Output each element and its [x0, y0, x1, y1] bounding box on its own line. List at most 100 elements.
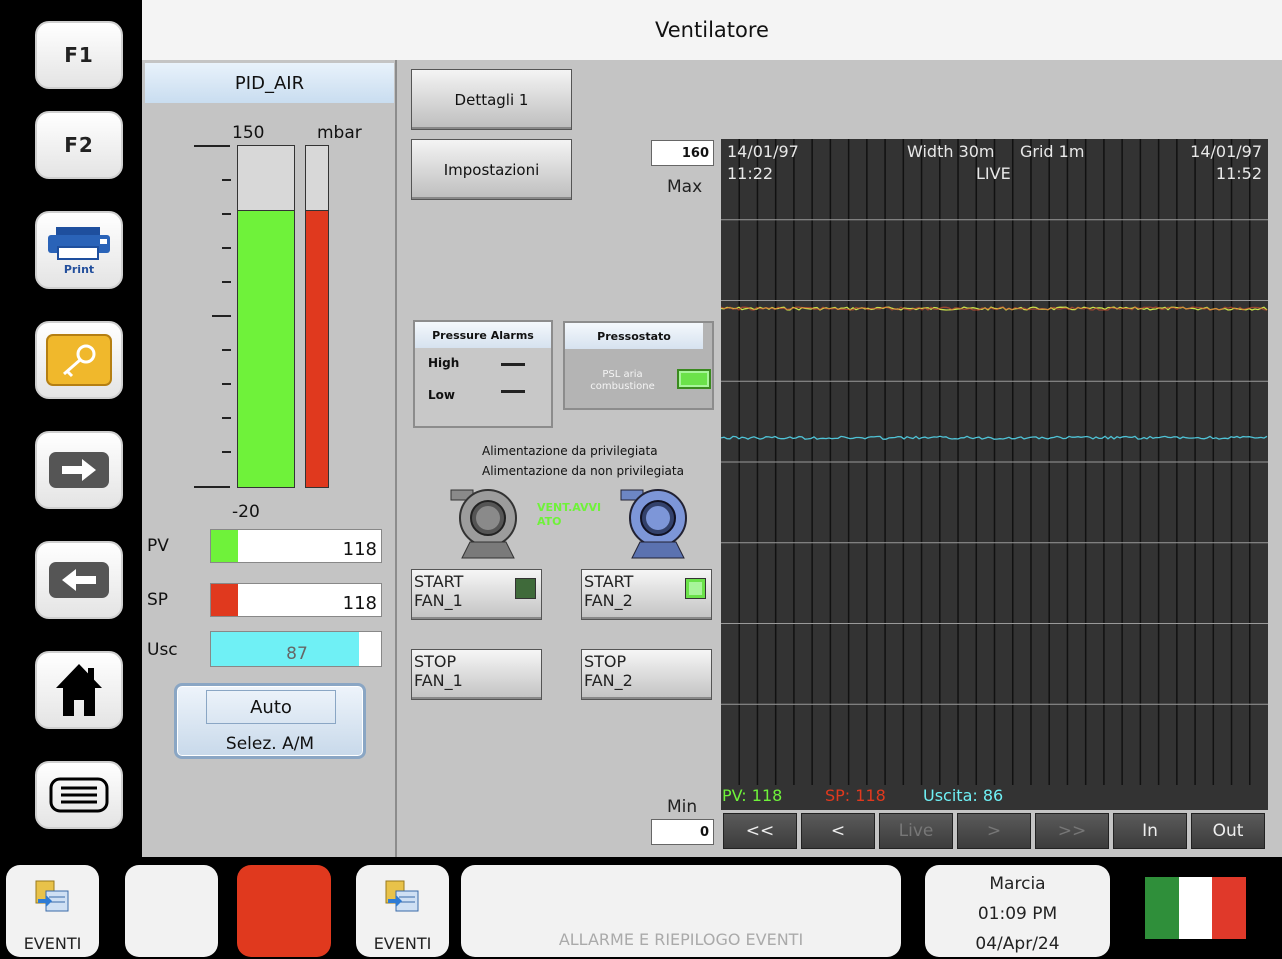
sp-value: 118: [342, 593, 377, 614]
sp-value-box[interactable]: 118: [210, 583, 382, 617]
events-label-1: EVENTI: [23, 934, 82, 953]
stop-fan-1-button[interactable]: STOP FAN_1: [411, 649, 542, 700]
f1-button[interactable]: F1: [35, 21, 123, 89]
chart-prev-button[interactable]: <: [801, 813, 875, 849]
chart-min-value[interactable]: 0: [651, 819, 714, 845]
high-alarm-label: High: [428, 356, 460, 370]
fan-status-line1: VENT.AVVI: [537, 501, 602, 514]
chart-zoom-out-button[interactable]: Out: [1191, 813, 1265, 849]
mode-button-label: Selez. A/M: [225, 734, 315, 754]
menu-list-icon: [49, 777, 109, 813]
machine-status: Marcia: [989, 874, 1046, 894]
pid-panel: PID_AIR 150 mbar -20 PV 118 SP 118 Usc 8…: [142, 60, 397, 857]
start-fan-1-line2: FAN_1: [414, 591, 463, 610]
stop-fan-2-line2: FAN_2: [584, 671, 633, 690]
stop-fan-2-line1: STOP: [584, 652, 627, 671]
scale-tick: [222, 247, 231, 249]
chart-start-date: 14/01/97: [727, 142, 799, 161]
home-button[interactable]: [35, 651, 123, 729]
chart-zoom-in-button[interactable]: In: [1113, 813, 1187, 849]
high-alarm-indicator: [501, 363, 525, 366]
mode-value: Auto: [206, 690, 336, 724]
impostazioni-button[interactable]: Impostazioni: [411, 139, 572, 200]
fan-1-icon: [450, 489, 517, 559]
start-fan-2-line1: START: [584, 572, 634, 591]
legend-pv: PV: 118: [722, 786, 783, 805]
hmi-screen: F1 F2 Print Ventilatore PID_AIR 150 mbar…: [0, 0, 1282, 959]
start-fan-1-button[interactable]: START FAN_1: [411, 569, 542, 620]
events-button-2[interactable]: EVENTI: [356, 865, 449, 957]
scale-tick: [222, 349, 231, 351]
chart-end-time: 11:52: [1215, 164, 1262, 183]
legend-sp: SP: 118: [825, 786, 886, 805]
stop-fan-2-button[interactable]: STOP FAN_2: [581, 649, 712, 700]
start-fan-2-button[interactable]: START FAN_2: [581, 569, 712, 620]
chart-max-value[interactable]: 160: [651, 140, 714, 166]
print-label: Print: [63, 262, 95, 276]
chart-legend: PV: 118 SP: 118 Uscita: 86: [721, 785, 1268, 810]
stop-fan-1-line2: FAN_1: [414, 671, 463, 690]
flag-green-stripe: [1145, 877, 1179, 939]
blank-button[interactable]: [125, 865, 218, 957]
language-flag-italy[interactable]: [1145, 877, 1247, 939]
arrow-right-icon: [49, 452, 109, 488]
chart-next-button[interactable]: >: [957, 813, 1031, 849]
printer-icon: [48, 226, 110, 260]
trend-chart-svg: [721, 139, 1268, 785]
sp-swatch: [211, 584, 238, 616]
pv-swatch: [211, 530, 238, 562]
scale-max-label: 150: [232, 123, 265, 143]
arrow-left-icon: [49, 562, 109, 598]
auto-manual-select-button[interactable]: Auto Selez. A/M: [174, 683, 366, 759]
fan-status-line2: ATO: [537, 515, 562, 528]
events-icon: [385, 880, 419, 912]
sp-bar-fill: [306, 210, 328, 487]
next-page-button[interactable]: [35, 431, 123, 509]
chart-start-time: 11:22: [727, 164, 774, 183]
psl-led: [677, 369, 711, 389]
sp-bar: [305, 145, 329, 488]
low-alarm-label: Low: [428, 388, 455, 402]
current-date: 04/Apr/24: [975, 934, 1060, 954]
chart-live-button[interactable]: Live: [879, 813, 953, 849]
pv-value: 118: [342, 539, 377, 560]
dettagli-button[interactable]: Dettagli 1: [411, 69, 572, 130]
fan-1-led: [515, 578, 536, 599]
scale-tick: [222, 213, 231, 215]
previous-page-button[interactable]: [35, 541, 123, 619]
f1-label: F1: [64, 43, 94, 67]
print-button[interactable]: Print: [35, 211, 123, 289]
pv-bar: [237, 145, 295, 488]
events-button-1[interactable]: EVENTI: [6, 865, 99, 957]
scale-tick: [222, 451, 231, 453]
scale-tick: [194, 145, 230, 147]
page-title: Ventilatore: [142, 0, 1282, 60]
alarm-indicator-button[interactable]: [237, 865, 331, 957]
fan-2-icon: [620, 489, 687, 559]
pressure-alarms-panel: Pressure Alarms High Low: [413, 320, 553, 428]
pv-label: PV: [147, 536, 169, 556]
pid-header: PID_AIR: [145, 63, 394, 103]
f2-label: F2: [64, 133, 94, 157]
chart-last-button[interactable]: >>: [1035, 813, 1109, 849]
stop-fan-1-line1: STOP: [414, 652, 457, 671]
scale-tick: [222, 417, 231, 419]
scale-tick: [212, 315, 231, 317]
scale-min-label: -20: [232, 502, 260, 522]
home-icon: [56, 664, 102, 716]
usc-bar: 87: [210, 631, 382, 667]
scale-tick: [194, 486, 230, 488]
events-icon: [35, 880, 69, 912]
fan-2-led: [685, 578, 706, 599]
alarm-summary-panel[interactable]: ALLARME E RIEPILOGO EVENTI: [461, 865, 901, 957]
scale-tick: [222, 179, 231, 181]
chart-first-button[interactable]: <<: [723, 813, 797, 849]
chart-min-caption: Min: [667, 797, 698, 817]
scale-tick: [222, 281, 231, 283]
usc-label: Usc: [147, 640, 178, 660]
menu-button[interactable]: [35, 761, 123, 829]
chart-max-caption: Max: [667, 177, 703, 197]
f2-button[interactable]: F2: [35, 111, 123, 179]
login-button[interactable]: [35, 321, 123, 399]
chart-end-date: 14/01/97: [1190, 142, 1262, 161]
